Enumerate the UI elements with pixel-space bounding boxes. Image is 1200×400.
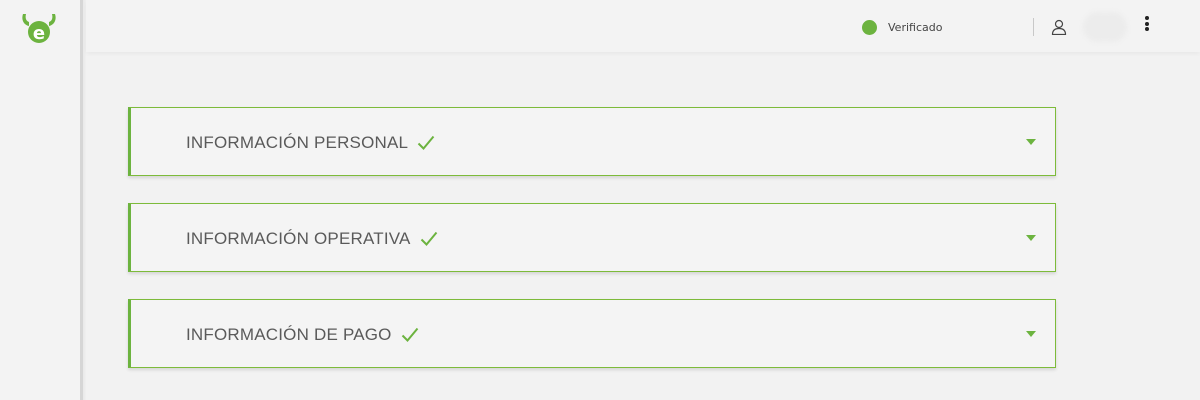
section-title: INFORMACIÓN DE PAGO <box>186 325 419 345</box>
sidebar: e <box>0 0 82 400</box>
chevron-down-icon[interactable] <box>1026 235 1036 241</box>
section-title-text: INFORMACIÓN OPERATIVA <box>186 229 411 248</box>
chevron-down-icon[interactable] <box>1026 139 1036 145</box>
section-title-text: INFORMACIÓN PERSONAL <box>186 133 409 152</box>
check-icon <box>401 327 418 342</box>
section-payment-info[interactable]: INFORMACIÓN DE PAGO <box>128 299 1056 368</box>
check-icon <box>420 231 437 246</box>
sections-list: INFORMACIÓN PERSONAL INFORMACIÓN OPERATI… <box>128 107 1056 395</box>
verification-status: Verificado <box>862 18 942 36</box>
check-icon <box>417 135 435 150</box>
section-personal-info[interactable]: INFORMACIÓN PERSONAL <box>128 107 1056 176</box>
section-operational-info[interactable]: INFORMACIÓN OPERATIVA <box>128 203 1056 272</box>
section-title-text: INFORMACIÓN DE PAGO <box>186 325 392 344</box>
svg-text:e: e <box>33 23 45 44</box>
section-title: INFORMACIÓN PERSONAL <box>186 133 435 153</box>
user-icon[interactable] <box>1051 19 1067 35</box>
avatar[interactable] <box>1083 12 1127 42</box>
chevron-down-icon[interactable] <box>1026 331 1036 337</box>
more-vertical-icon[interactable] <box>1143 16 1151 34</box>
status-dot-icon <box>862 19 877 35</box>
section-title: INFORMACIÓN OPERATIVA <box>186 229 438 249</box>
sidebar-divider <box>80 0 86 400</box>
header-separator <box>1033 18 1034 36</box>
etoro-logo[interactable]: e <box>20 10 58 46</box>
status-label: Verificado <box>888 20 943 34</box>
